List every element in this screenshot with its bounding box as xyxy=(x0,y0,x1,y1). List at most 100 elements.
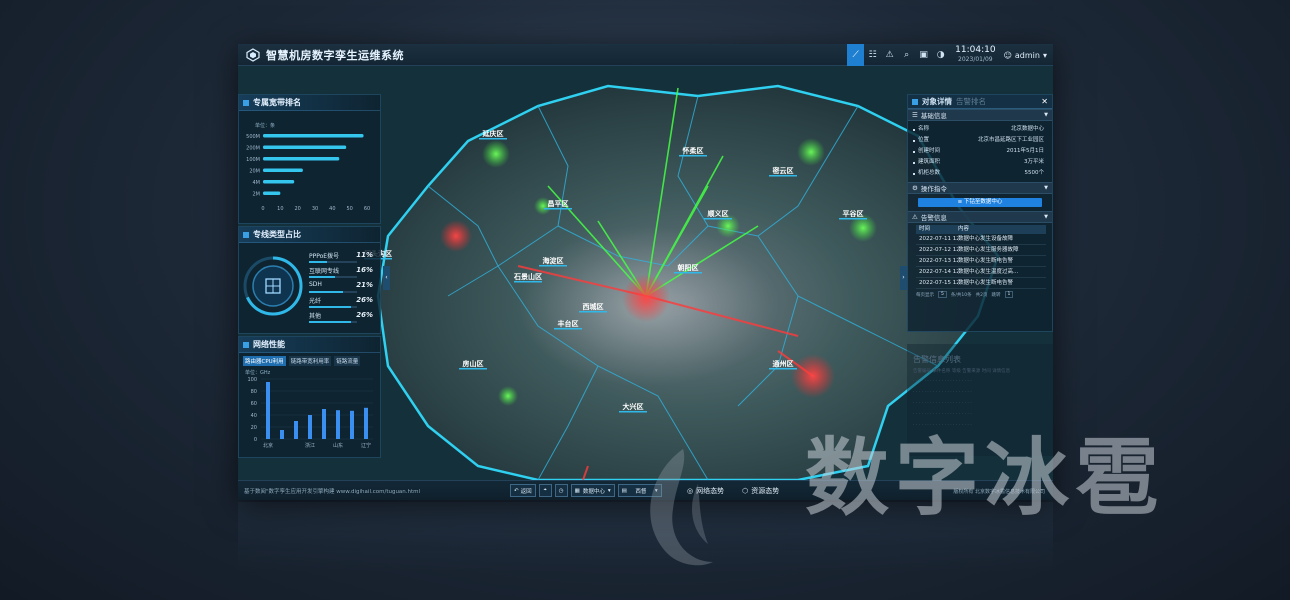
section-title: 操作指令 xyxy=(920,185,947,193)
bar xyxy=(364,407,368,439)
info-row: 名称 北京数据中心 xyxy=(908,124,1052,135)
grid-icon[interactable]: ☷ xyxy=(864,44,881,66)
mode-resource-button[interactable]: ⬡ 资源态势 xyxy=(738,484,783,497)
panel-header: 专线类型占比 xyxy=(239,227,380,243)
x-tick-label: 山东 xyxy=(333,442,343,449)
y-tick-label: 4M xyxy=(253,180,261,186)
tab-link-bandwidth[interactable]: 链路带宽利用率 xyxy=(288,356,332,366)
y-tick-label: 60 xyxy=(251,401,257,407)
drill-down-label: 下钻至数据中心 xyxy=(963,199,1003,205)
pager-goto[interactable]: 跳转 xyxy=(992,292,1001,298)
object-detail-panel: 对象详情 告警排名 ✕ ☰ 基础信息 ▼ 名称 北京数据中心 位置 北京市昌延路区下工… xyxy=(907,94,1053,332)
table-row[interactable]: 2022-07-12 12:0...数据中心发生服务器故障 xyxy=(916,245,1046,256)
reset-button[interactable]: ◷ xyxy=(554,484,568,497)
bar xyxy=(266,382,270,439)
scene-select-value: 数据中心 xyxy=(582,488,605,495)
tab-link-traffic[interactable]: 链路流量 xyxy=(334,356,361,366)
info-list: 名称 北京数据中心 位置 北京市昌延路区下工业园区 创建时间 2011年5月1日 建筑面积 3… xyxy=(908,121,1052,182)
column-header-time: 时间 xyxy=(919,226,931,232)
district-label[interactable]: 密云区 xyxy=(773,166,794,175)
search-icon[interactable]: ⌕ xyxy=(898,44,915,66)
tab-object-detail[interactable]: 对象详情 xyxy=(922,96,952,107)
district-label[interactable]: 大兴区 xyxy=(623,402,644,411)
alarm-list-header: 告警编号 事件名称 等级 告警来源 时间 详情信息 xyxy=(913,369,1011,374)
x-tick-label: 60 xyxy=(364,206,370,212)
y-tick-label: 20M xyxy=(249,169,260,175)
locate-button[interactable]: ⌖ xyxy=(538,484,552,497)
warning-icon: ⚠ xyxy=(912,213,918,221)
app-title: 智慧机房数字孪生运维系统 xyxy=(266,48,404,62)
share-bar-fill xyxy=(309,291,343,293)
info-row: 建筑面积 3万平米 xyxy=(908,157,1052,168)
tab-router-cpu[interactable]: 路由器CPU利用 xyxy=(243,356,286,366)
info-value: 北京数据中心 xyxy=(1010,126,1044,132)
user-name: admin xyxy=(1014,50,1040,60)
contrast-icon[interactable]: ◑ xyxy=(932,44,949,66)
y-tick-label: 20 xyxy=(251,425,257,431)
alarm-time: 2022-07-12 12:0... xyxy=(919,247,958,253)
district-label[interactable]: 朝阳区 xyxy=(678,263,699,272)
clock-icon: ◷ xyxy=(558,487,564,494)
share-row: PPPoE拨号 11% xyxy=(309,251,373,263)
district-underline xyxy=(514,281,542,283)
table-row[interactable]: 2022-07-15 12:0...数据中心发生断电告警 xyxy=(916,278,1046,289)
district-label[interactable]: 怀柔区 xyxy=(682,146,704,155)
left-panel-toggle[interactable]: ‹ xyxy=(383,266,390,290)
clock-time: 11:04:10 xyxy=(955,45,996,55)
x-tick-label: 10 xyxy=(277,206,283,212)
info-row: 位置 北京市昌延路区下工业园区 xyxy=(908,135,1052,146)
panel-header: 专属宽带排名 xyxy=(239,95,380,111)
collapse-icon: ▼ xyxy=(1044,185,1048,191)
district-label[interactable]: 平谷区 xyxy=(843,209,864,218)
warning-icon[interactable]: ⚠ xyxy=(881,44,898,66)
district-label[interactable]: 昌平区 xyxy=(548,199,569,208)
section-ops-header[interactable]: ⚙ 操作指令 ▼ xyxy=(908,182,1052,194)
tab-alarm-ranking[interactable]: 告警排名 xyxy=(956,96,986,107)
share-label: 光纤 xyxy=(309,298,322,305)
district-label[interactable]: 通州区 xyxy=(773,359,794,368)
y-tick-label: 40 xyxy=(251,413,257,419)
section-alarm-header[interactable]: ⚠ 告警信息 ▼ xyxy=(908,211,1052,223)
close-icon[interactable]: ✕ xyxy=(1041,97,1048,106)
list-item: · · · · · · · · · · · · · · · · · · · · … xyxy=(913,401,972,406)
network-bar-chart: 0 20 40 60 80 100 北京 浙江 山东 辽宁 xyxy=(247,377,373,449)
share-label: 其他 xyxy=(309,313,322,320)
bar xyxy=(336,410,340,439)
bar xyxy=(294,421,298,439)
scene-select[interactable]: ▦ 数据中心 ▾ xyxy=(570,484,615,497)
share-percent: 26% xyxy=(356,311,373,319)
bar xyxy=(263,145,347,149)
title-bar: 智慧机房数字孪生运维系统 ⟋ ☷ ⚠ ⌕ ▣ ◑ 11:04:10 2023/0… xyxy=(238,44,1053,66)
district-label[interactable]: 房山区 xyxy=(463,359,484,368)
info-key: 机柜总数 xyxy=(918,170,941,176)
right-panel-toggle[interactable]: › xyxy=(900,266,907,290)
list-item: · · · · · · · · · · · · · · · · · · · · … xyxy=(913,412,972,417)
chart-icon[interactable]: ⟋ xyxy=(847,44,865,66)
screen-icon[interactable]: ▣ xyxy=(915,44,932,66)
table-row[interactable]: 2022-07-13 12:0...数据中心发生断电告警 xyxy=(916,256,1046,267)
page-size-select[interactable]: 5 xyxy=(938,291,947,298)
y-tick-label: 500M xyxy=(246,134,260,140)
back-button[interactable]: ↶ 返回 xyxy=(510,484,536,497)
table-row[interactable]: 2022-07-11 12:0...数据中心发生设备故障 xyxy=(916,234,1046,245)
info-row: 机柜总数 5500个 xyxy=(908,168,1052,179)
bandwidth-ranking-panel: 专属宽带排名 单位：条 500M 200M 100M 20M 4M 2M 0 10 20 30 40… xyxy=(238,94,381,224)
section-title: 告警信息 xyxy=(920,214,947,222)
ok-marker-1 xyxy=(482,140,510,168)
info-key: 位置 xyxy=(918,137,930,143)
district-label[interactable]: 石景山区 xyxy=(513,272,542,281)
district-label[interactable]: 延庆区 xyxy=(482,129,504,138)
bar xyxy=(322,409,326,439)
district-label[interactable]: 丰台区 xyxy=(558,319,579,328)
district-label[interactable]: 海淀区 xyxy=(543,256,564,265)
y-tick-label: 100 xyxy=(247,377,257,383)
district-underline xyxy=(544,208,572,210)
table-row[interactable]: 2022-07-14 12:0...数据中心发生温度过高... xyxy=(916,267,1046,278)
view-icon: ▤ xyxy=(621,487,627,494)
drill-down-button[interactable]: ≡ 下钻至数据中心 xyxy=(918,198,1042,207)
user-menu[interactable]: ☺ admin ▾ xyxy=(1004,51,1047,60)
district-label[interactable]: 西城区 xyxy=(583,302,604,311)
section-basic-header[interactable]: ☰ 基础信息 ▼ xyxy=(908,109,1052,121)
district-label[interactable]: 顺义区 xyxy=(708,209,729,218)
page-input[interactable]: 1 xyxy=(1004,291,1014,298)
